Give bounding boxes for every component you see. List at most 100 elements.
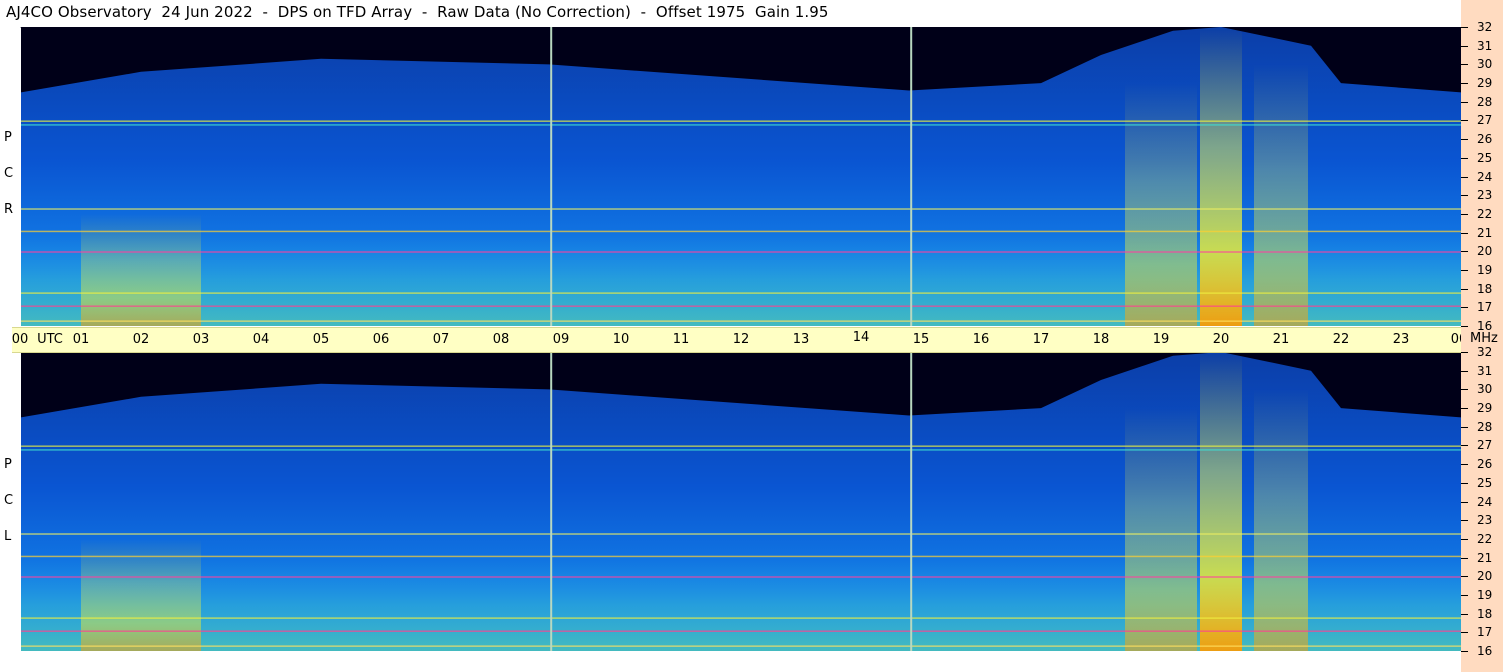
time-tick-label: 22 [1332, 332, 1350, 347]
frequency-tick-label: 22 [1477, 206, 1493, 221]
gap-marker-line [550, 27, 553, 326]
rfi-line [21, 617, 1461, 619]
frequency-tick-mark [1461, 195, 1468, 197]
frequency-tick-label: 24 [1477, 494, 1493, 509]
lcp-label-char-1: P [4, 457, 12, 472]
lcp-spectrogram [21, 352, 1461, 651]
time-tick-label: 03 [192, 332, 210, 347]
frequency-tick-label: 23 [1477, 188, 1493, 203]
frequency-tick-label: 32 [1477, 20, 1493, 34]
utc-label: UTC [37, 332, 63, 347]
time-tick-label: 04 [252, 332, 270, 347]
rcp-label: P C R [0, 27, 20, 326]
frequency-tick-label: 31 [1477, 363, 1493, 378]
rcp-label-char-2: C [4, 166, 14, 181]
frequency-tick-label: 32 [1477, 345, 1493, 359]
rfi-line [21, 251, 1461, 253]
time-tick-label: 14 [852, 330, 870, 345]
frequency-tick-mark [1461, 139, 1468, 141]
time-tick-label: 10 [612, 332, 630, 347]
time-tick-label: 17 [1032, 332, 1050, 347]
spectrogram-svg-1 [21, 352, 1461, 651]
frequency-tick-label: 18 [1477, 281, 1493, 296]
frequency-tick-label: 25 [1477, 150, 1493, 165]
frequency-tick-label: 26 [1477, 132, 1493, 147]
frequency-tick-mark [1461, 326, 1468, 327]
frequency-tick-mark [1461, 482, 1468, 484]
frequency-tick-mark [1461, 426, 1468, 428]
rfi-line [21, 445, 1461, 447]
frequency-tick-label: 28 [1477, 419, 1493, 434]
frequency-tick-mark [1461, 651, 1468, 652]
time-tick-label: 18 [1092, 332, 1110, 347]
frequency-tick-mark [1461, 613, 1468, 615]
frequency-tick-mark [1461, 520, 1468, 522]
frequency-tick-label: 18 [1477, 606, 1493, 621]
time-tick-label: 11 [672, 332, 690, 347]
frequency-tick-label: 25 [1477, 475, 1493, 490]
frequency-tick-label: 27 [1477, 438, 1493, 453]
frequency-tick-label: 22 [1477, 531, 1493, 546]
frequency-tick-label: 29 [1477, 76, 1493, 91]
rfi-line [21, 305, 1461, 307]
frequency-tick-mark [1461, 594, 1468, 596]
low-frequency-glow [21, 232, 1461, 326]
title-strip [20, 0, 1461, 28]
rfi-line [21, 630, 1461, 632]
time-tick-label: 06 [372, 332, 390, 347]
frequency-tick-mark [1461, 269, 1468, 271]
rfi-line [21, 120, 1461, 122]
rfi-line [21, 292, 1461, 294]
frequency-tick-mark [1461, 445, 1468, 447]
gap-marker-line [910, 27, 913, 326]
rfi-line [21, 555, 1461, 558]
frequency-tick-mark [1461, 176, 1468, 178]
frequency-tick-label: 21 [1477, 550, 1493, 565]
time-tick-label: 05 [312, 332, 330, 347]
time-tick-label: 09 [552, 332, 570, 347]
frequency-tick-mark [1461, 352, 1468, 353]
time-axis: 00 01 02 03 04 05 06 07 08 09 10 11 12 13 14 15 16 17 18 19… [12, 327, 1467, 353]
frequency-tick-label: 17 [1477, 300, 1493, 315]
frequency-tick-label: 30 [1477, 57, 1493, 72]
rfi-line [21, 449, 1461, 451]
spectrogram-svg-0 [21, 27, 1461, 326]
frequency-tick-mark [1461, 120, 1468, 122]
time-tick-label: 20 [1212, 332, 1230, 347]
lcp-label-char-3: L [4, 529, 12, 544]
frequency-tick-mark [1461, 288, 1468, 290]
rfi-line [21, 230, 1461, 233]
emission-band [1254, 64, 1308, 326]
frequency-tick-mark [1461, 557, 1468, 559]
frequency-tick-label: 21 [1477, 225, 1493, 240]
frequency-tick-mark [1461, 101, 1468, 103]
frequency-tick-label: 29 [1477, 401, 1493, 416]
rcp-label-char-1: P [4, 130, 12, 145]
frequency-tick-mark [1461, 213, 1468, 215]
rcp-label-char-3: R [4, 202, 14, 217]
frequency-tick-mark [1461, 157, 1468, 159]
frequency-tick-mark [1461, 464, 1468, 466]
frequency-unit-label: MHz [1470, 331, 1498, 346]
frequency-tick-mark [1461, 45, 1468, 47]
frequency-tick-mark [1461, 27, 1468, 28]
rfi-line [21, 645, 1461, 647]
frequency-tick-label: 17 [1477, 625, 1493, 640]
time-tick-label: 16 [972, 332, 990, 347]
frequency-tick-mark [1461, 408, 1468, 410]
frequency-tick-label: 28 [1477, 94, 1493, 109]
emission-band [1125, 83, 1197, 326]
time-tick-label: 12 [732, 332, 750, 347]
emission-band [81, 538, 201, 651]
frequency-tick-mark [1461, 307, 1468, 309]
frequency-tick-mark [1461, 632, 1468, 634]
time-tick-label: 01 [72, 332, 90, 347]
frequency-tick-label: 27 [1477, 113, 1493, 128]
time-tick-label: 13 [792, 332, 810, 347]
frequency-tick-label: 26 [1477, 457, 1493, 472]
rfi-line [21, 533, 1461, 535]
frequency-tick-label: 16 [1477, 644, 1493, 658]
emission-band [1200, 27, 1242, 326]
rcp-spectrogram [21, 27, 1461, 326]
frequency-tick-mark [1461, 389, 1468, 391]
